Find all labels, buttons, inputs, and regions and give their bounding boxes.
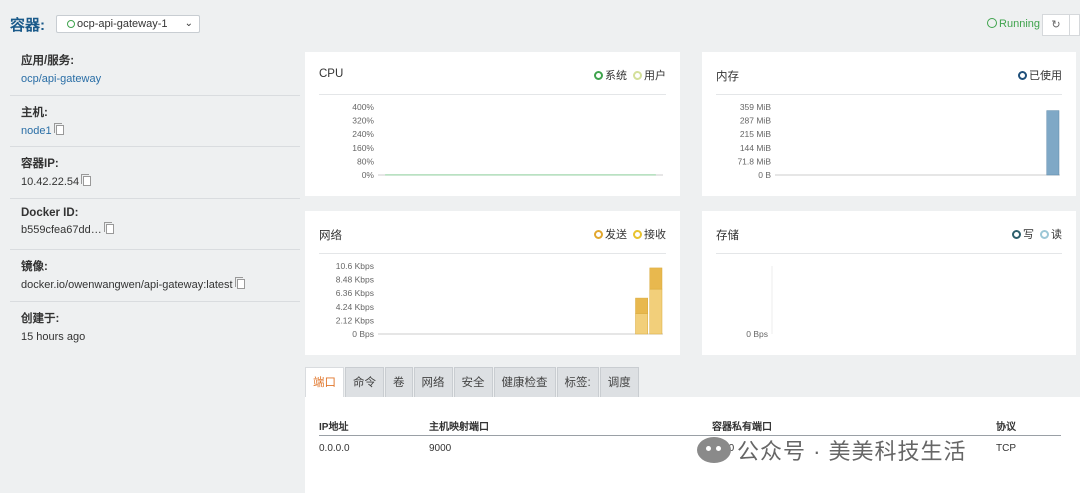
y-tick-label: 0 Bps [746, 329, 768, 339]
y-tick-label: 359 MiB [740, 102, 772, 112]
info-value: node1 [21, 122, 290, 137]
copy-icon[interactable] [81, 174, 92, 186]
refresh-button[interactable]: ↻ [1042, 14, 1070, 36]
info-label: 应用/服务: [21, 55, 75, 67]
info-label: 主机: [21, 106, 48, 119]
info-label: 容器IP: [21, 158, 59, 170]
more-button[interactable] [1070, 14, 1080, 36]
y-tick-label: 400% [352, 102, 374, 112]
container-info-sidebar: 应用/服务: ocp/api-gateway 主机: node1 容器IP: 10.42.… [10, 44, 300, 353]
y-tick-label: 6.36 Kbps [336, 288, 374, 298]
y-tick-label: 287 MiB [740, 116, 772, 126]
y-tick-label: 160% [352, 143, 374, 153]
info-text: b559cfea67dd… [21, 223, 102, 236]
y-tick-label: 10.6 Kbps [336, 261, 374, 271]
chevron-down-icon[interactable]: ⌄ [185, 16, 193, 32]
y-tick-label: 320% [352, 116, 374, 126]
y-tick-label: 0% [362, 170, 375, 180]
info-item: 容器IP: 10.42.22.54 [10, 147, 300, 199]
info-value: 15 hours ago [21, 331, 290, 343]
network-panel: 网络 发送 接收 10.6 Kbps 8.48 Kbps 6.36 Kbps 4.24 … [305, 211, 680, 355]
tab-2[interactable]: 卷 [385, 367, 413, 397]
network-chart: 10.6 Kbps 8.48 Kbps 6.36 Kbps 4.24 Kbps 2.12… [336, 261, 663, 339]
info-item: 主机: node1 [10, 96, 300, 147]
table-cell: TCP [996, 442, 1016, 454]
y-tick-label: 144 MiB [740, 143, 772, 153]
y-tick-label: 8.48 Kbps [336, 275, 374, 285]
tab-0[interactable]: 端口 [305, 367, 344, 397]
page-title: 容器: [10, 17, 45, 34]
bar [1046, 110, 1060, 176]
cpu-chart: 400% 320% 240% 160% 80% 0% [352, 102, 663, 180]
info-item: 应用/服务: ocp/api-gateway [10, 44, 300, 96]
table-cell: 9000 [429, 442, 452, 454]
table-cell: 0.0.0.0 [319, 442, 350, 454]
refresh-icon: ↻ [1051, 19, 1061, 31]
tab-1[interactable]: 命令 [345, 367, 384, 397]
storage-panel: 存储 写读 0 Bps [702, 211, 1076, 355]
bar [649, 267, 663, 290]
info-label: 镜像: [21, 261, 48, 273]
container-select[interactable]: ocp-api-gateway-1 ⌄ [56, 15, 200, 33]
y-tick-label: 0 Bps [352, 329, 374, 339]
tab-3[interactable]: 网络 [413, 367, 453, 397]
info-label: 创建于: [21, 312, 60, 325]
detail-tabs: 端口 命令卷网络 安全 健康检查 标签: 调度 [305, 367, 640, 397]
bar [635, 313, 648, 335]
y-tick-label: 80% [357, 156, 374, 166]
info-value: 10.42.22.54 [21, 174, 290, 188]
copy-icon[interactable] [103, 221, 114, 234]
y-tick-label: 240% [352, 129, 374, 139]
y-tick-label: 215 MiB [740, 129, 772, 139]
column-header: 容器私有端口 [712, 417, 996, 436]
running-circle-icon [987, 18, 998, 28]
info-label: Docker ID: [21, 206, 79, 219]
copy-icon[interactable] [234, 277, 245, 289]
column-header: IP地址 [319, 417, 429, 436]
memory-chart: 359 MiB 287 MiB 215 MiB 144 MiB 71.8 MiB 0 B [737, 102, 1060, 180]
bar [649, 288, 663, 335]
column-header: 主机映射端口 [429, 417, 712, 436]
y-tick-label: 2.12 Kbps [336, 315, 374, 325]
tab-5[interactable]: 健康检查 [493, 367, 556, 397]
y-tick-label: 71.8 MiB [737, 156, 771, 166]
info-value: ocp/api-gateway [21, 73, 290, 85]
info-value: docker.io/owenwangwen/api-gateway:latest [21, 277, 290, 291]
tab-6[interactable]: 标签: [556, 367, 599, 397]
memory-panel: 内存 已使用 359 MiB 287 MiB 215 MiB 144 MiB 71.8 … [702, 52, 1076, 196]
y-tick-label: 4.24 Kbps [336, 302, 374, 312]
info-value: b559cfea67dd… [21, 221, 290, 236]
info-item: 镜像: docker.io/owenwangwen/api-gateway:lat… [10, 250, 300, 302]
info-link[interactable]: ocp/api-gateway [21, 73, 101, 85]
info-text: 15 hours ago [21, 330, 86, 343]
tab-4[interactable]: 安全 [453, 367, 493, 397]
info-item: 创建于: 15 hours ago [10, 302, 300, 354]
status-badge: Running [987, 18, 1040, 30]
info-text: 10.42.22.54 [21, 176, 80, 188]
container-select-value: ocp-api-gateway-1 [77, 18, 168, 30]
watermark: 公众号 · 美美科技生活 [697, 434, 967, 466]
storage-chart: 0 Bps [746, 266, 773, 339]
copy-icon[interactable] [53, 122, 64, 135]
column-header: 协议 [996, 417, 1061, 436]
info-text: docker.io/owenwangwen/api-gateway:latest [21, 279, 233, 291]
tab-7[interactable]: 调度 [599, 367, 639, 397]
y-tick-label: 0 B [758, 170, 771, 180]
status-dot-icon [67, 20, 75, 28]
bar [635, 297, 648, 314]
wechat-icon [697, 437, 731, 463]
cpu-panel: CPU 系统 用户 400% 320% 240% 160% 80% 0% [305, 52, 680, 196]
info-link[interactable]: node1 [21, 125, 52, 137]
info-item: Docker ID: b559cfea67dd… [10, 199, 300, 250]
